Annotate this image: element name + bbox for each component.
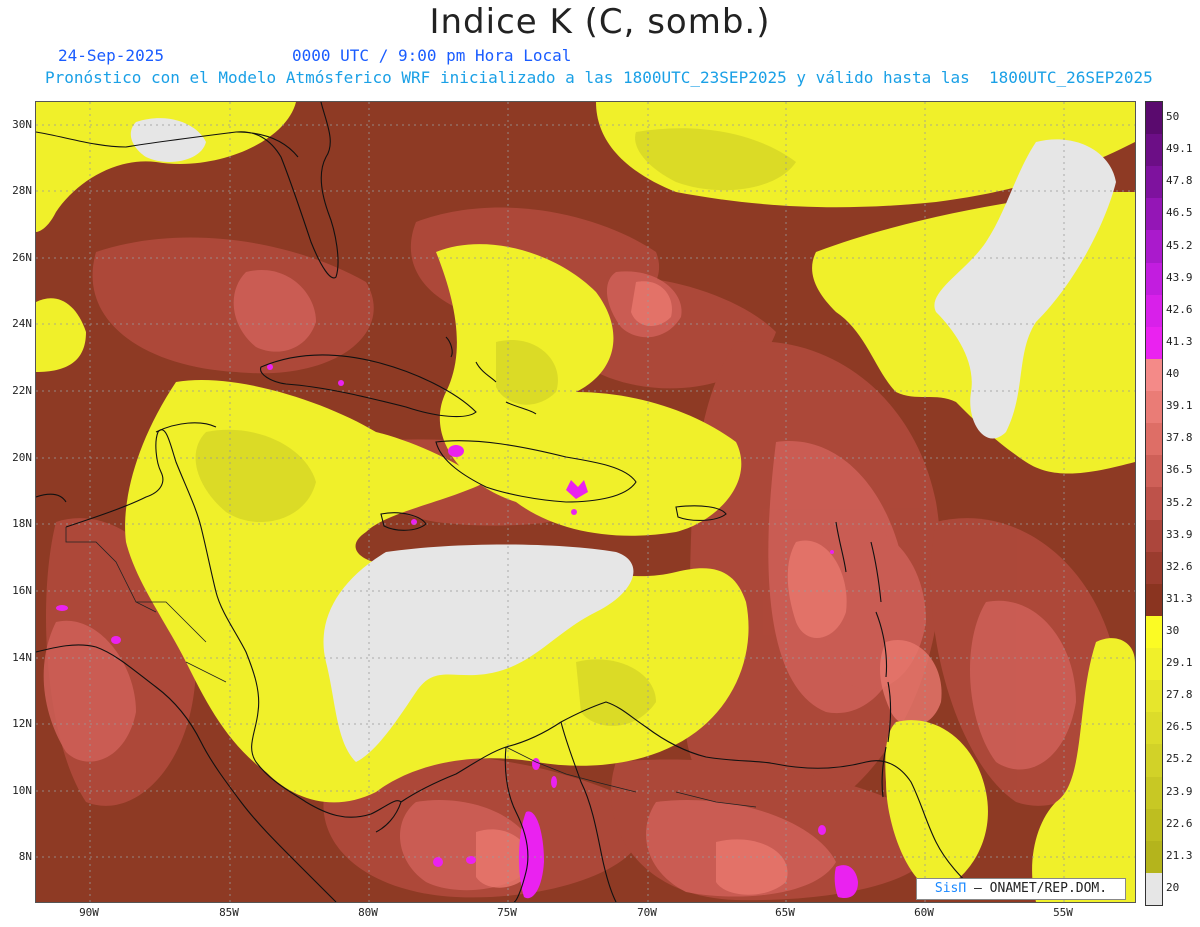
sis-logo-text: SisΠ: [934, 881, 967, 896]
lat-label: 30N: [12, 118, 32, 131]
colorbar-label: 30: [1166, 623, 1180, 637]
forecast-description: Pronóstico con el Modelo Atmósferico WRF…: [45, 68, 1153, 87]
colorbar-segment: [1146, 648, 1162, 681]
colorbar-segment: [1146, 198, 1162, 231]
colorbar-segment: [1146, 615, 1162, 649]
colorbar-segment: [1146, 583, 1162, 617]
colorbar: [1145, 101, 1163, 906]
k-index-field: [36, 102, 1135, 902]
colorbar-segment: [1146, 134, 1162, 167]
colorbar-label: 20: [1166, 880, 1180, 894]
colorbar-label: 26.5: [1166, 720, 1193, 734]
colorbar-segment: [1146, 551, 1162, 585]
colorbar-label: 39.1: [1166, 399, 1193, 413]
colorbar-label: 49.1: [1166, 142, 1193, 156]
lat-label: 24N: [12, 317, 32, 330]
colorbar-segment: [1146, 358, 1162, 392]
lat-label: 10N: [12, 784, 32, 797]
colorbar-segment: [1146, 166, 1162, 199]
colorbar-segment: [1146, 808, 1162, 842]
colorbar-segment: [1146, 102, 1162, 135]
colorbar-segment: [1146, 840, 1162, 874]
colorbar-segment: [1146, 776, 1162, 810]
lon-label: 65W: [775, 906, 795, 919]
lat-label: 20N: [12, 451, 32, 464]
lat-label: 26N: [12, 251, 32, 264]
map-area: [35, 101, 1136, 903]
colorbar-label: 29.1: [1166, 656, 1193, 670]
lat-label: 14N: [12, 651, 32, 664]
colorbar-label: 23.9: [1166, 784, 1193, 798]
lon-label: 90W: [79, 906, 99, 919]
colorbar-label: 46.5: [1166, 206, 1193, 220]
colorbar-segment: [1146, 487, 1162, 521]
colorbar-segment: [1146, 294, 1162, 328]
lon-label: 70W: [637, 906, 657, 919]
colorbar-label: 21.3: [1166, 848, 1193, 862]
map-title: Indice K (C, somb.): [429, 2, 771, 42]
colorbar-label: 25.2: [1166, 752, 1193, 766]
colorbar-segment: [1146, 680, 1162, 713]
colorbar-segment: [1146, 326, 1162, 360]
colorbar-label: 22.6: [1166, 816, 1193, 830]
lon-label: 60W: [914, 906, 934, 919]
credit-text: – ONAMET/REP.DOM.: [966, 881, 1108, 896]
credit-box: SisΠ – ONAMET/REP.DOM.: [916, 878, 1126, 900]
colorbar-label: 32.6: [1166, 559, 1193, 573]
colorbar-label: 36.5: [1166, 463, 1193, 477]
colorbar-label: 42.6: [1166, 302, 1193, 316]
colorbar-label: 35.2: [1166, 495, 1193, 509]
lat-label: 22N: [12, 384, 32, 397]
colorbar-label: 27.8: [1166, 688, 1193, 702]
lat-label: 28N: [12, 184, 32, 197]
colorbar-segment: [1146, 230, 1162, 264]
colorbar-segment: [1146, 391, 1162, 424]
colorbar-segment: [1146, 744, 1162, 777]
colorbar-label: 37.8: [1166, 431, 1193, 445]
lat-label: 18N: [12, 517, 32, 530]
colorbar-label: 43.9: [1166, 270, 1193, 284]
forecast-time: 0000 UTC / 9:00 pm Hora Local: [292, 46, 572, 65]
colorbar-label: 41.3: [1166, 334, 1193, 348]
colorbar-segment: [1146, 519, 1162, 553]
colorbar-segment: [1146, 872, 1162, 906]
lat-label: 8N: [18, 850, 32, 863]
colorbar-segment: [1146, 455, 1162, 488]
colorbar-label: 33.9: [1166, 527, 1193, 541]
colorbar-segment: [1146, 423, 1162, 456]
lon-label: 80W: [358, 906, 378, 919]
colorbar-label: 40: [1166, 367, 1180, 381]
lon-label: 55W: [1053, 906, 1073, 919]
lat-label: 16N: [12, 584, 32, 597]
colorbar-label: 47.8: [1166, 174, 1193, 188]
colorbar-label: 50: [1166, 110, 1180, 124]
lon-label: 85W: [219, 906, 239, 919]
colorbar-segment: [1146, 262, 1162, 296]
colorbar-label: 31.3: [1166, 591, 1193, 605]
colorbar-segment: [1146, 712, 1162, 745]
forecast-date: 24-Sep-2025: [58, 46, 164, 65]
lat-label: 12N: [12, 717, 32, 730]
lon-label: 75W: [497, 906, 517, 919]
colorbar-label: 45.2: [1166, 238, 1193, 252]
